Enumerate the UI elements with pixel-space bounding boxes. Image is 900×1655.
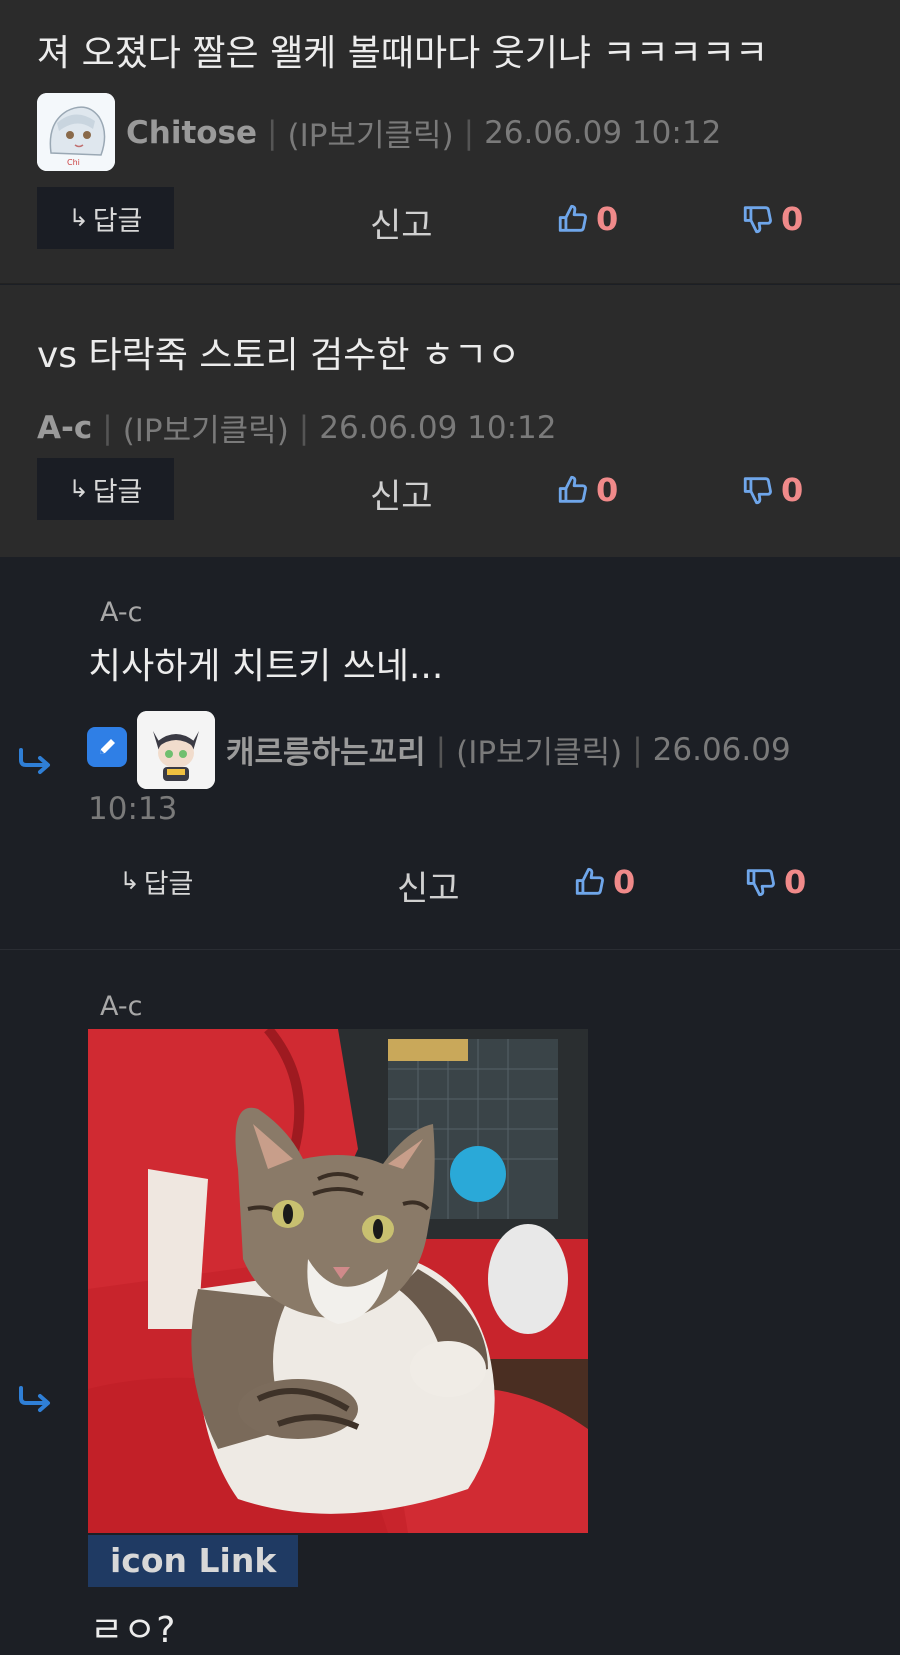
like-button[interactable]: 0 [556, 471, 618, 509]
dislike-count: 0 [784, 863, 807, 901]
comment-meta: 캐르릉하는꼬리 | (IP보기클릭) | 26.06.09 [226, 727, 791, 772]
timestamp-time: 10:13 [88, 791, 178, 827]
thumbs-up-icon [558, 475, 587, 503]
comment-2: vs 타락죽 스토리 검수한 ㅎㄱㅇ A-c | (IP보기클릭) | 26.0… [0, 285, 900, 557]
cat-gif-image[interactable] [88, 1029, 588, 1533]
thumbs-down-icon [743, 206, 772, 234]
separator: | [463, 114, 475, 151]
ip-link[interactable]: (IP보기클릭) [288, 110, 454, 155]
thumbs-up-icon [575, 867, 604, 895]
report-button[interactable]: 신고 [370, 198, 433, 247]
timestamp: 26.06.09 10:12 [484, 114, 722, 151]
like-button[interactable]: 0 [556, 200, 618, 238]
separator: | [435, 731, 447, 768]
reply-comment-1: A-c 치사하게 치트키 쓰네... 캐르릉하는꼬리 | (IP보기클릭) | … [0, 557, 900, 950]
comment-text: vs 타락죽 스토리 검수한 ㅎㄱㅇ [37, 335, 521, 376]
reply-to-tag[interactable]: A-c [100, 597, 142, 628]
comment-text: 치사하게 치트키 쓰네... [88, 646, 444, 687]
thumbs-down-icon [743, 477, 772, 505]
separator: | [267, 114, 278, 151]
separator: | [102, 409, 113, 446]
reply-arrow-icon: ↳ [119, 867, 140, 895]
reply-button[interactable]: ↳ 답글 [37, 458, 174, 520]
thumbs-up-icon [558, 204, 587, 232]
like-count: 0 [596, 471, 619, 509]
dislike-button[interactable]: 0 [744, 863, 806, 901]
reply-label: 답글 [143, 868, 194, 900]
timestamp: 26.06.09 10:12 [319, 409, 557, 446]
reply-arrow-icon: ↳ [68, 475, 89, 503]
comment-text: 져 오졌다 짤은 왤케 볼때마다 웃기냐 ㅋㅋㅋㅋㅋ [37, 33, 769, 74]
like-count: 0 [613, 863, 636, 901]
reply-indent-arrow-icon [19, 748, 50, 774]
icon-link[interactable]: icon Link [88, 1535, 299, 1587]
reply-label: 답글 [92, 476, 143, 508]
comment-meta: Chitose | (IP보기클릭) | 26.06.09 10:12 [126, 110, 721, 155]
avatar[interactable] [137, 711, 215, 789]
comment-meta: A-c | (IP보기클릭) | 26.06.09 10:12 [37, 405, 557, 450]
dislike-button[interactable]: 0 [741, 471, 803, 509]
report-button[interactable]: 신고 [370, 469, 433, 518]
separator: | [632, 731, 643, 768]
report-button[interactable]: 신고 [397, 861, 460, 910]
dislike-count: 0 [781, 471, 804, 509]
reply-to-tag[interactable]: A-c [100, 991, 142, 1022]
like-button[interactable]: 0 [573, 863, 635, 901]
reply-indent-arrow-icon [19, 1386, 50, 1412]
avatar[interactable]: Chi [37, 93, 115, 171]
reply-button[interactable]: ↳ 답글 [88, 850, 225, 912]
edit-icon[interactable] [87, 727, 127, 767]
like-count: 0 [596, 200, 619, 238]
comment-1: 져 오졌다 짤은 왤케 볼때마다 웃기냐 ㅋㅋㅋㅋㅋ Chi Chitose |… [0, 0, 900, 284]
ip-link[interactable]: (IP보기클릭) [456, 727, 622, 772]
reply-comment-2: A-c icon Link ㄹㅇ? [0, 951, 900, 1655]
author-name[interactable]: 캐르릉하는꼬리 [226, 727, 426, 772]
separator: | [298, 409, 310, 446]
reply-label: 답글 [92, 205, 143, 237]
thumbs-down-icon [746, 869, 775, 897]
author-name[interactable]: Chitose [126, 115, 257, 151]
comment-text: ㄹㅇ? [90, 1610, 176, 1651]
ip-link[interactable]: (IP보기클릭) [123, 405, 289, 450]
author-name[interactable]: A-c [37, 410, 92, 446]
reply-button[interactable]: ↳ 답글 [37, 187, 174, 249]
timestamp-date: 26.06.09 [652, 731, 791, 768]
dislike-button[interactable]: 0 [741, 200, 803, 238]
reply-arrow-icon: ↳ [68, 204, 89, 232]
dislike-count: 0 [781, 200, 804, 238]
svg-text:Chi: Chi [67, 158, 80, 167]
